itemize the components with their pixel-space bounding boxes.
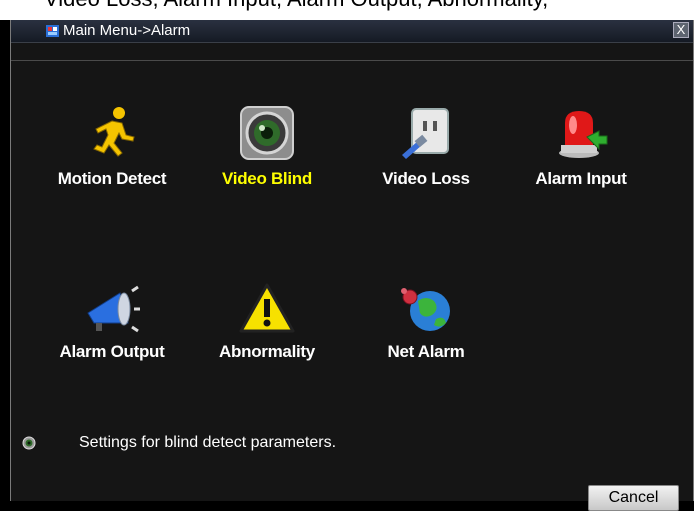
menu-item-label: Video Loss [382,169,470,188]
menu-item-label: Abnormality [219,342,315,361]
menu-item-net-alarm[interactable]: Net Alarm [361,279,491,379]
title-bar: Main Menu->Alarm X [11,20,693,43]
menu-item-label: Alarm Output [59,342,165,361]
menu-item-video-loss[interactable]: Video Loss [361,103,491,203]
cropped-top-text: Video Loss, Alarm Input, Alarm Output, A… [0,0,694,20]
window-title: Main Menu->Alarm [63,22,191,39]
menu-item-label: Alarm Input [535,169,627,188]
menu-item-label: Video Blind [222,169,312,188]
megaphone-icon [87,285,140,333]
hint-text: Settings for blind detect parameters. [79,434,337,451]
alarm-menu-panel: Motion Detect Video Blind Video Loss Ala… [11,60,693,511]
unplugged-socket-icon [402,108,449,159]
menu-icon [46,25,59,37]
camera-lens-icon [240,106,294,160]
menu-item-abnormality[interactable]: Abnormality [202,279,332,379]
cancel-button[interactable]: Cancel [588,485,679,511]
warning-triangle-icon [239,283,295,333]
menu-item-motion-detect[interactable]: Motion Detect [47,103,177,203]
alarm-window: Main Menu->Alarm X Motion Detect Video B… [10,20,694,511]
menu-item-label: Net Alarm [387,342,465,361]
close-button[interactable]: X [673,22,689,38]
alarm-siren-icon [559,111,608,158]
menu-item-label: Motion Detect [57,169,167,188]
menu-item-video-blind[interactable]: Video Blind [202,103,332,203]
close-icon: X [676,22,686,37]
network-globe-icon [401,288,450,331]
cropped-top-text-label: Video Loss, Alarm Input, Alarm Output, A… [44,0,548,12]
menu-item-alarm-output[interactable]: Alarm Output [47,279,177,379]
camera-lens-small-icon [22,436,36,450]
menu-item-alarm-input[interactable]: Alarm Input [516,103,646,203]
running-man-icon [93,107,135,157]
